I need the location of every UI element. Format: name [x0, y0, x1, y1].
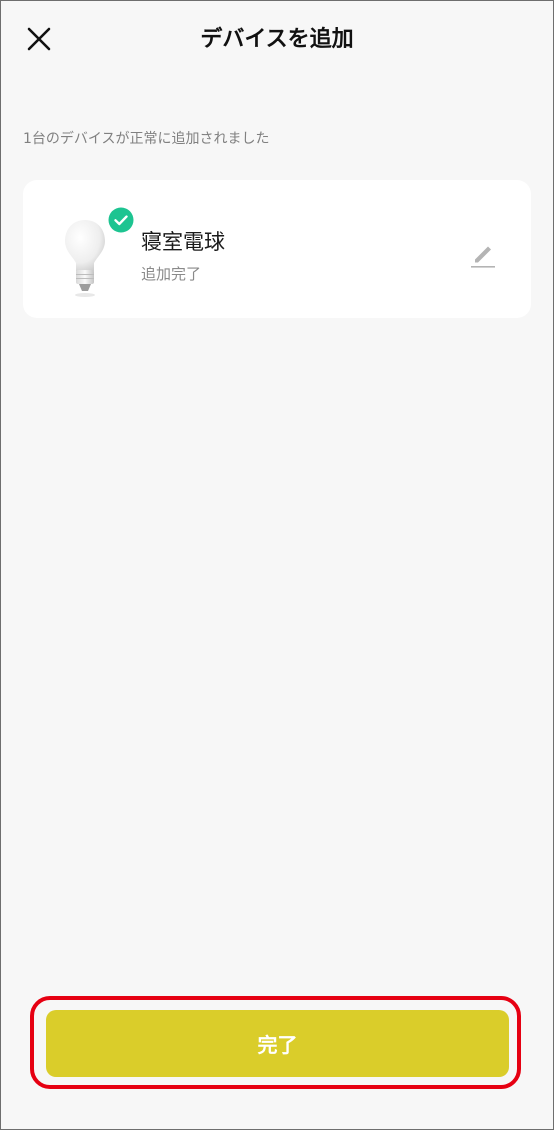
pencil-icon [471, 246, 495, 268]
page-title: デバイスを追加 [200, 27, 354, 52]
screen: デバイスを追加 1台のデバイスが正常に追加されました 寝室電球 追加完了 完了 [0, 0, 554, 1130]
device-card: 寝室電球 追加完了 [23, 180, 531, 318]
check-circle-icon [108, 207, 134, 233]
device-status: 追加完了 [141, 265, 202, 283]
done-button[interactable]: 完了 [46, 1010, 509, 1077]
device-name: 寝室電球 [141, 230, 225, 254]
light-bulb-icon [65, 220, 105, 297]
added-summary-text: 1台のデバイスが正常に追加されました [23, 131, 270, 147]
edit-device-name-button[interactable] [467, 238, 499, 270]
header-bar: デバイスを追加 [1, 1, 553, 79]
